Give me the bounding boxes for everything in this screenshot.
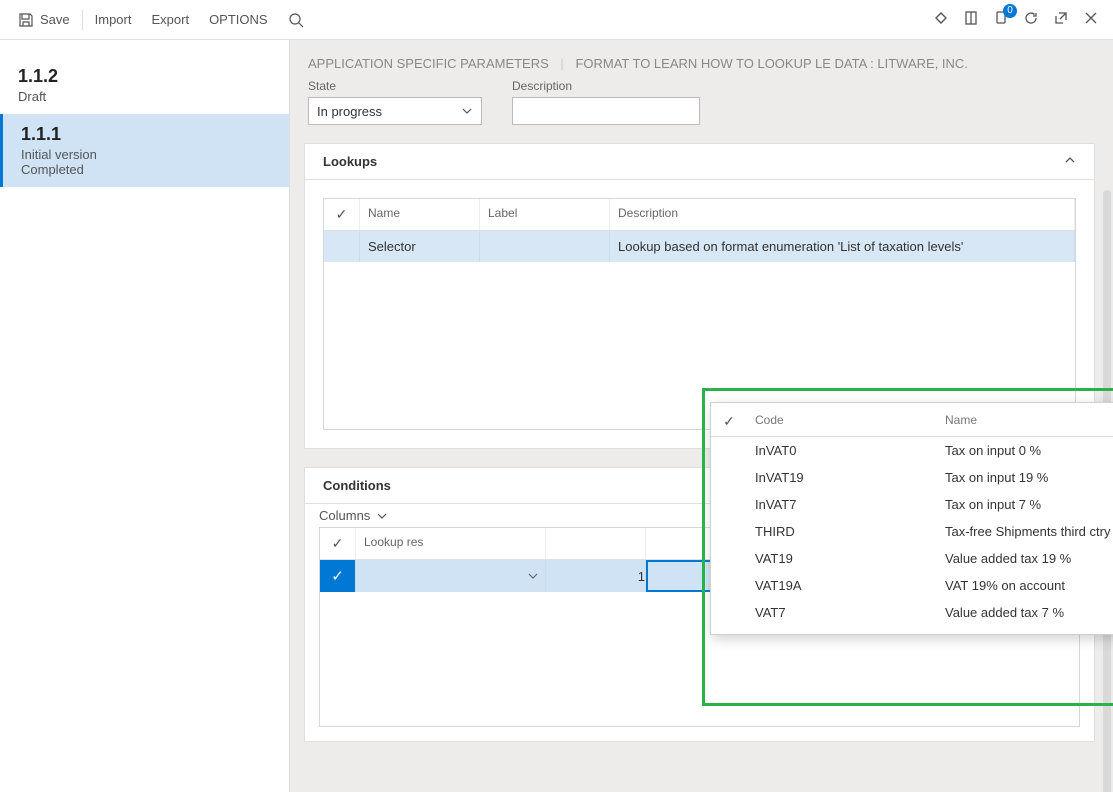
chevron-down-icon — [376, 510, 388, 522]
popup-row-code: VAT19 — [747, 545, 937, 572]
popup-row[interactable]: InVAT7Tax on input 7 % — [711, 491, 1113, 518]
row-check — [324, 231, 360, 262]
popup-row-name: Tax on input 19 % — [937, 464, 1113, 491]
row-selected-icon: ✓ — [320, 560, 356, 592]
popup-row-code: InVAT19 — [747, 464, 937, 491]
popout-icon[interactable] — [1053, 10, 1069, 29]
toolbar-right: 0 — [933, 10, 1099, 29]
save-label: Save — [40, 12, 70, 27]
state-select[interactable]: In progress — [308, 97, 482, 125]
popup-row-name: Tax on input 0 % — [937, 437, 1113, 464]
state-label: State — [308, 79, 482, 93]
label-header[interactable]: Label — [480, 199, 610, 230]
sidebar-item-sub: Initial version Completed — [21, 147, 271, 177]
popup-row-name: Value added tax 19 % — [937, 545, 1113, 572]
options-label: OPTIONS — [209, 12, 268, 27]
check-header: ✓ — [711, 411, 747, 432]
toolbar: Save Import Export OPTIONS 0 — [0, 0, 1113, 40]
attach-icon[interactable] — [933, 10, 949, 29]
popup-header: ✓ Code Name — [711, 411, 1113, 437]
chevron-down-icon — [461, 105, 473, 117]
lookups-grid: ✓ Name Label Description Selector Lookup… — [323, 198, 1076, 430]
sidebar-item-version-111[interactable]: 1.1.1 Initial version Completed — [0, 114, 289, 187]
sidebar-item-title: 1.1.1 — [21, 124, 271, 145]
row-check — [711, 437, 747, 464]
main-panel: APPLICATION SPECIFIC PARAMETERS | FORMAT… — [290, 40, 1113, 792]
check-header: ✓ — [320, 528, 356, 559]
lookups-title: Lookups — [323, 154, 377, 169]
options-button[interactable]: OPTIONS — [199, 0, 278, 39]
row-name: Selector — [360, 231, 480, 262]
popup-row-name: VAT 19% on account — [937, 572, 1113, 599]
popup-row-code: InVAT7 — [747, 491, 937, 518]
chevron-down-icon — [527, 570, 539, 582]
code-dropdown-popup: ✓ Code Name InVAT0Tax on input 0 %InVAT1… — [710, 402, 1113, 635]
toolbar-separator — [82, 10, 83, 30]
search-icon — [288, 12, 304, 28]
popup-name-header[interactable]: Name — [937, 411, 1113, 432]
lookups-header[interactable]: Lookups — [305, 144, 1094, 180]
popup-row-code: THIRD — [747, 518, 937, 545]
refresh-icon[interactable] — [1023, 10, 1039, 29]
name-header[interactable]: Name — [360, 199, 480, 230]
row-check — [711, 599, 747, 626]
sidebar-item-title: 1.1.2 — [18, 66, 271, 87]
close-icon[interactable] — [1083, 10, 1099, 29]
row-label — [480, 231, 610, 262]
check-header: ✓ — [324, 199, 360, 230]
notification-badge: 0 — [1003, 4, 1017, 18]
sidebar: 1.1.2 Draft 1.1.1 Initial version Comple… — [0, 40, 290, 792]
conditions-title: Conditions — [323, 478, 391, 493]
popup-row-name: Tax on input 7 % — [937, 491, 1113, 518]
desc-header[interactable]: Description — [610, 199, 1075, 230]
export-button[interactable]: Export — [141, 0, 199, 39]
save-icon — [18, 12, 34, 28]
state-field: State In progress — [308, 79, 482, 125]
chevron-up-icon — [1064, 154, 1076, 169]
popup-row-name: Value added tax 7 % — [937, 599, 1113, 626]
line-value: 1 — [546, 560, 646, 592]
office-icon[interactable] — [963, 10, 979, 29]
description-input[interactable] — [512, 97, 700, 125]
lookup-result-select[interactable] — [356, 560, 545, 592]
popup-row[interactable]: THIRDTax-free Shipments third ctry — [711, 518, 1113, 545]
import-label: Import — [95, 12, 132, 27]
description-label: Description — [512, 79, 700, 93]
popup-row-name: Tax-free Shipments third ctry — [937, 518, 1113, 545]
row-check — [711, 572, 747, 599]
popup-row[interactable]: VAT19Value added tax 19 % — [711, 545, 1113, 572]
breadcrumb-b: FORMAT TO LEARN HOW TO LOOKUP LE DATA : … — [575, 56, 967, 71]
popup-row[interactable]: InVAT19Tax on input 19 % — [711, 464, 1113, 491]
notification-icon[interactable]: 0 — [993, 10, 1009, 29]
popup-row-code: VAT7 — [747, 599, 937, 626]
sidebar-item-sub: Draft — [18, 89, 271, 104]
columns-button[interactable]: Columns — [319, 508, 370, 523]
breadcrumb: APPLICATION SPECIFIC PARAMETERS | FORMAT… — [308, 56, 1095, 71]
lookups-grid-header: ✓ Name Label Description — [324, 199, 1075, 231]
export-label: Export — [151, 12, 189, 27]
row-check — [711, 491, 747, 518]
popup-row[interactable]: VAT19AVAT 19% on account — [711, 572, 1113, 599]
popup-row-code: VAT19A — [747, 572, 937, 599]
breadcrumb-a: APPLICATION SPECIFIC PARAMETERS — [308, 56, 549, 71]
lookups-row[interactable]: Selector Lookup based on format enumerat… — [324, 231, 1075, 262]
import-button[interactable]: Import — [85, 0, 142, 39]
popup-row-code: InVAT0 — [747, 437, 937, 464]
row-desc: Lookup based on format enumeration 'List… — [610, 231, 1075, 262]
description-field: Description — [512, 79, 700, 125]
search-button[interactable] — [278, 0, 314, 39]
row-check — [711, 545, 747, 572]
popup-row[interactable]: VAT7Value added tax 7 % — [711, 599, 1113, 626]
row-check — [711, 518, 747, 545]
save-button[interactable]: Save — [8, 0, 80, 39]
sidebar-item-version-112[interactable]: 1.1.2 Draft — [0, 56, 289, 114]
popup-row[interactable]: InVAT0Tax on input 0 % — [711, 437, 1113, 464]
lookup-result-header[interactable]: Lookup res — [356, 528, 546, 559]
popup-code-header[interactable]: Code — [747, 411, 937, 432]
row-check — [711, 464, 747, 491]
line-header[interactable] — [546, 528, 646, 559]
state-value: In progress — [317, 104, 382, 119]
